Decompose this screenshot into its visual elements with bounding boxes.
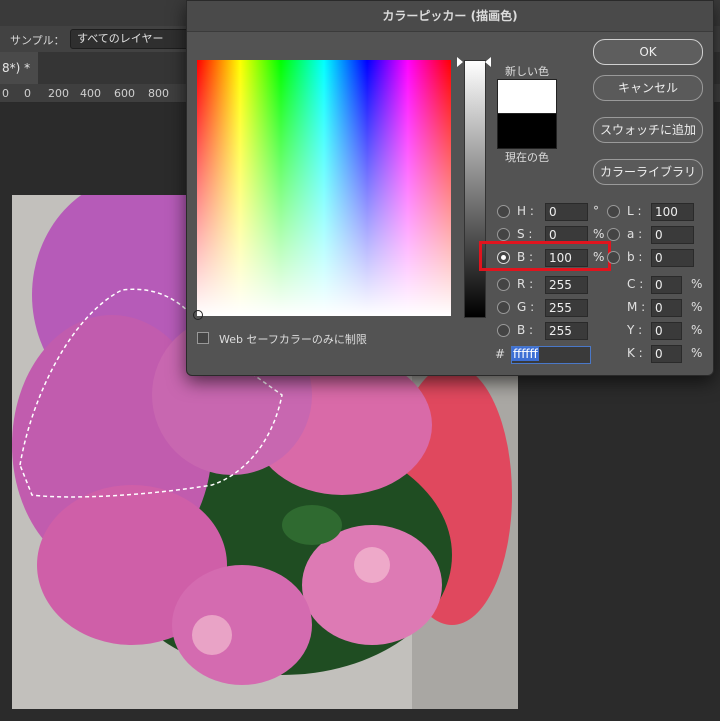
color-field[interactable] xyxy=(193,60,451,320)
yellow-field[interactable]: 0 xyxy=(651,322,682,340)
a-channel-radio[interactable] xyxy=(607,228,620,241)
magenta-field[interactable]: 0 xyxy=(651,299,682,317)
new-color-swatch xyxy=(497,79,557,115)
black-field[interactable]: 0 xyxy=(651,345,682,363)
slider-right-arrow-icon[interactable] xyxy=(485,57,491,67)
saturation-unit: % xyxy=(593,227,605,241)
b-channel-row: b : 0 xyxy=(607,249,707,267)
red-radio[interactable] xyxy=(497,278,510,291)
ruler-label: 400 xyxy=(80,87,101,100)
b-channel-field[interactable]: 0 xyxy=(651,249,694,267)
slider-left-arrow-icon[interactable] xyxy=(457,57,463,67)
ruler-label: 0 xyxy=(24,87,31,100)
hex-value: ffffff xyxy=(512,347,539,361)
lightness-label: L : xyxy=(627,204,642,218)
green-field[interactable]: 255 xyxy=(545,299,588,317)
lightness-row: L : 100 xyxy=(607,203,707,221)
ok-button[interactable]: OK xyxy=(593,39,703,65)
green-row: G : 255 xyxy=(497,299,597,317)
blue-row: B : 255 xyxy=(497,322,597,340)
magenta-label: M : xyxy=(627,300,646,314)
saturation-radio[interactable] xyxy=(497,228,510,241)
brightness-slider[interactable] xyxy=(464,60,486,318)
magenta-row: M : 0 % xyxy=(607,299,707,317)
yellow-row: Y : 0 % xyxy=(607,322,707,340)
current-color-label: 現在の色 xyxy=(505,151,549,164)
red-field[interactable]: 255 xyxy=(545,276,588,294)
hue-row: H : 0 ° xyxy=(497,203,617,221)
hue-unit: ° xyxy=(593,204,599,218)
a-channel-field[interactable]: 0 xyxy=(651,226,694,244)
lightness-radio[interactable] xyxy=(607,205,620,218)
green-radio[interactable] xyxy=(497,301,510,314)
web-safe-label: Web セーフカラーのみに制限 xyxy=(219,333,367,346)
lightness-field[interactable]: 100 xyxy=(651,203,694,221)
yellow-unit: % xyxy=(691,323,703,337)
cyan-row: C : 0 % xyxy=(607,276,707,294)
black-row: K : 0 % xyxy=(607,345,707,363)
web-safe-checkbox[interactable] xyxy=(197,332,209,344)
blue-label: B : xyxy=(517,323,534,337)
blue-radio[interactable] xyxy=(497,324,510,337)
cyan-label: C : xyxy=(627,277,644,291)
black-label: K : xyxy=(627,346,643,360)
hex-label: # xyxy=(495,347,506,361)
b-channel-radio[interactable] xyxy=(607,251,620,264)
a-channel-row: a : 0 xyxy=(607,226,707,244)
cyan-unit: % xyxy=(691,277,703,291)
yellow-label: Y : xyxy=(627,323,643,337)
red-label: R : xyxy=(517,277,534,291)
ruler-label: 600 xyxy=(114,87,135,100)
cyan-field[interactable]: 0 xyxy=(651,276,682,294)
magenta-unit: % xyxy=(691,300,703,314)
add-to-swatches-button[interactable]: スウォッチに追加 xyxy=(593,117,703,143)
hue-label: H : xyxy=(517,204,534,218)
a-channel-label: a : xyxy=(627,227,643,241)
hue-field[interactable]: 0 xyxy=(545,203,588,221)
black-unit: % xyxy=(691,346,703,360)
green-label: G : xyxy=(517,300,535,314)
color-field-marker[interactable] xyxy=(193,310,203,320)
ruler-label: 200 xyxy=(48,87,69,100)
color-libraries-button[interactable]: カラーライブラリ xyxy=(593,159,703,185)
dialog-title: カラーピッカー (描画色) xyxy=(187,1,713,32)
ruler-label: 0 xyxy=(2,87,9,100)
sample-label: サンプル： xyxy=(10,34,65,47)
hex-row: # ffffff xyxy=(495,346,591,364)
b-channel-label: b : xyxy=(627,250,643,264)
hue-radio[interactable] xyxy=(497,205,510,218)
blue-field[interactable]: 255 xyxy=(545,322,588,340)
red-row: R : 255 xyxy=(497,276,597,294)
document-tab[interactable]: 8*) * xyxy=(0,52,38,84)
ruler-label: 800 xyxy=(148,87,169,100)
color-picker-dialog: カラーピッカー (描画色) 新しい色 現在の色 OK キャンセル スウォッチに追… xyxy=(186,0,714,376)
highlight-box xyxy=(479,241,611,271)
current-color-swatch[interactable] xyxy=(497,113,557,149)
saturation-label: S : xyxy=(517,227,533,241)
hex-field[interactable]: ffffff xyxy=(511,346,591,364)
new-color-label: 新しい色 xyxy=(505,65,549,78)
cancel-button[interactable]: キャンセル xyxy=(593,75,703,101)
